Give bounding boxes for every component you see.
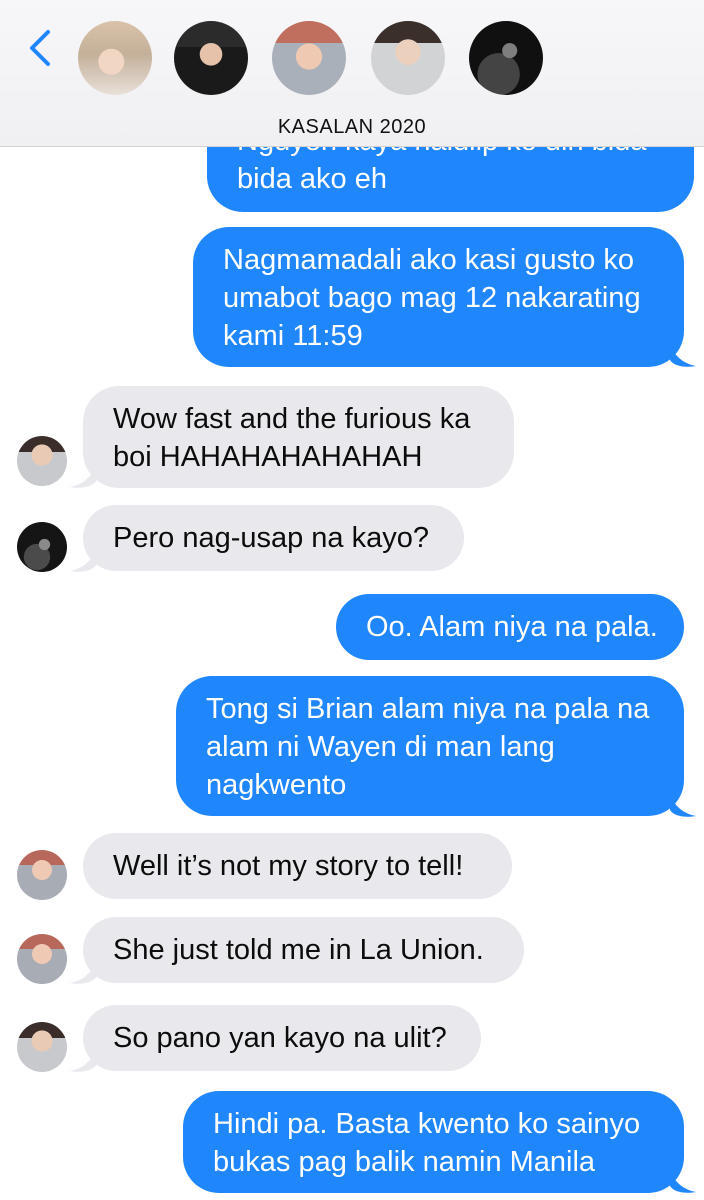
- message-line: umabot bago mag 12 nakarating: [223, 282, 641, 314]
- message-line: alam ni Wayen di man lang: [206, 731, 555, 763]
- participant-avatar[interactable]: [469, 21, 543, 95]
- participant-avatar[interactable]: [78, 21, 152, 95]
- message-bubble-outgoing[interactable]: Hindi pa. Basta kwento ko sainyo bukas p…: [183, 1091, 684, 1193]
- message-bubble-outgoing[interactable]: Oo. Alam niya na pala.: [336, 594, 684, 660]
- bubble-tail-incoming: [70, 549, 96, 572]
- bubble-tail-outgoing: [670, 1170, 696, 1193]
- message-bubble-incoming[interactable]: Well it’s not my story to tell!: [83, 833, 512, 899]
- participant-avatar[interactable]: [174, 21, 248, 95]
- message-line: bukas pag balik namin Manila: [213, 1146, 596, 1178]
- sender-avatar[interactable]: [17, 850, 67, 900]
- message-line: Wow fast and the furious ka: [113, 403, 471, 435]
- participant-avatar[interactable]: [371, 21, 445, 95]
- message-line: She just told me in La Union.: [113, 934, 484, 966]
- message-line: Hindi pa. Basta kwento ko sainyo: [213, 1108, 641, 1140]
- message-line: So pano yan kayo na ulit?: [113, 1022, 447, 1054]
- message-bubble-incoming[interactable]: Pero nag-usap na kayo?: [83, 505, 464, 571]
- message-bubble-incoming[interactable]: So pano yan kayo na ulit?: [83, 1005, 481, 1071]
- sender-avatar[interactable]: [17, 522, 67, 572]
- message-bubble-incoming[interactable]: She just told me in La Union.: [83, 917, 524, 983]
- message-bubble-outgoing[interactable]: Nagmamadali ako kasi gusto ko umabot bag…: [193, 227, 684, 367]
- message-line: Pero nag-usap na kayo?: [113, 522, 429, 554]
- bubble-tail-incoming: [70, 961, 96, 984]
- bubble-tail-outgoing: [670, 344, 696, 367]
- chevron-left-icon[interactable]: [22, 28, 62, 68]
- message-line: kami 11:59: [223, 320, 363, 352]
- message-bubble-incoming[interactable]: Wow fast and the furious ka boi HAHAHAHA…: [83, 386, 514, 488]
- message-line: Well it’s not my story to tell!: [113, 850, 464, 882]
- bubble-tail-incoming: [70, 1049, 96, 1072]
- participant-avatar[interactable]: [272, 21, 346, 95]
- message-line: boi HAHAHAHAHAHAH: [113, 441, 423, 473]
- bubble-tail-outgoing: [670, 794, 696, 817]
- sender-avatar[interactable]: [17, 436, 67, 486]
- message-line: Tong si Brian alam niya na pala na: [206, 693, 650, 725]
- sender-avatar[interactable]: [17, 1022, 67, 1072]
- message-line: bida ako eh: [237, 163, 387, 195]
- message-line: Oo. Alam niya na pala.: [366, 611, 658, 643]
- message-thread: Nguyen kaya naidlip ko din bida bida ako…: [0, 0, 704, 1200]
- group-name[interactable]: KASALAN 2020: [0, 116, 704, 139]
- bubble-tail-incoming: [70, 465, 96, 488]
- sender-avatar[interactable]: [17, 934, 67, 984]
- message-bubble-outgoing[interactable]: Tong si Brian alam niya na pala na alam …: [176, 676, 684, 816]
- conversation-header: KASALAN 2020: [0, 0, 704, 147]
- message-line: nagkwento: [206, 769, 347, 801]
- message-line: Nagmamadali ako kasi gusto ko: [223, 244, 635, 276]
